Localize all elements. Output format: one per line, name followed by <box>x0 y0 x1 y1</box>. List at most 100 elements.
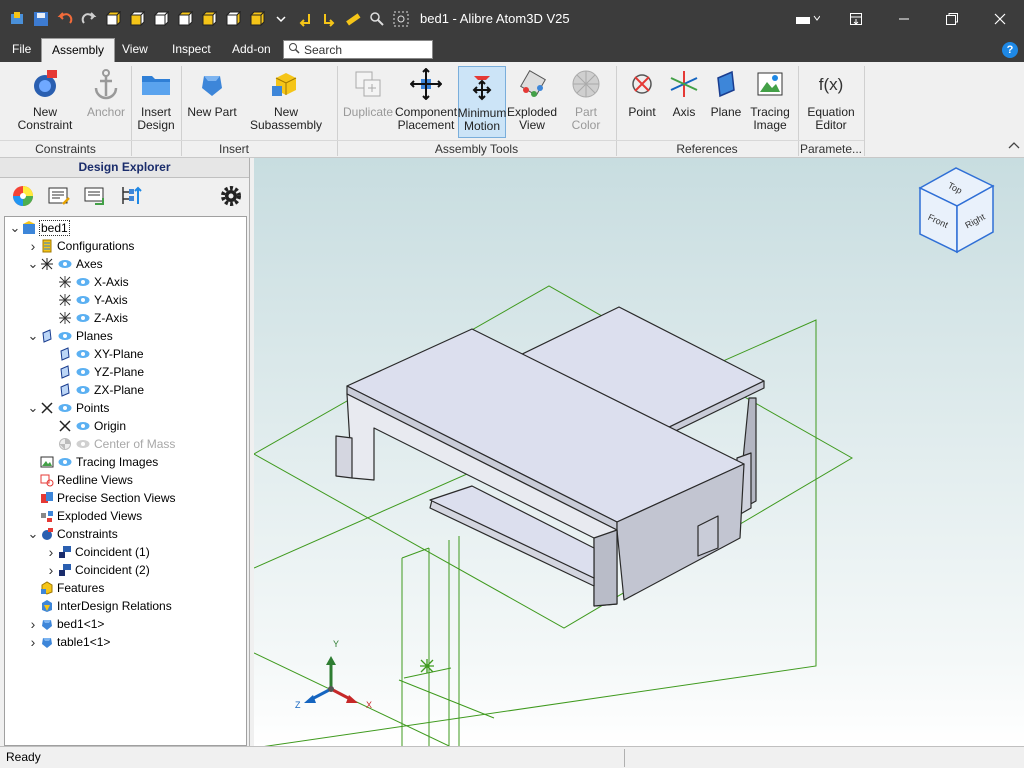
properties-icon[interactable] <box>46 183 72 209</box>
axis-button[interactable]: Axis <box>666 66 702 138</box>
zoom-window-icon[interactable] <box>392 10 410 28</box>
tab-add-on[interactable]: Add-on <box>222 38 281 62</box>
model-canvas[interactable]: Top Front Right Y X Z <box>254 158 1024 746</box>
collapse-chevron-icon[interactable]: ⌄ <box>27 527 39 540</box>
save-icon[interactable] <box>32 10 50 28</box>
ruler-icon[interactable] <box>344 10 362 28</box>
tree-item[interactable]: XY-Plane <box>45 345 144 363</box>
tree-item[interactable]: ⌄ Points <box>27 399 110 417</box>
visibility-eye-icon[interactable] <box>75 438 91 450</box>
tab-assembly[interactable]: Assembly <box>41 38 116 62</box>
ribbon-display-icon[interactable] <box>832 0 880 38</box>
close-icon[interactable] <box>976 0 1024 38</box>
tab-inspect[interactable]: Inspect <box>162 38 221 62</box>
point-button[interactable]: Point <box>624 66 660 138</box>
view-cube-icon[interactable] <box>176 10 194 28</box>
expand-chevron-icon[interactable]: › <box>45 544 57 560</box>
expand-chevron-icon[interactable]: › <box>27 616 39 632</box>
view-cube[interactable]: Top Front Right <box>918 167 995 254</box>
tree-item[interactable]: Center of Mass <box>45 435 175 453</box>
tree-item[interactable]: ZX-Plane <box>45 381 144 399</box>
visibility-eye-icon[interactable] <box>75 276 91 288</box>
collapse-ribbon-icon[interactable] <box>1008 138 1020 152</box>
insert-design-button[interactable]: Insert Design <box>134 66 178 138</box>
view-cube-icon[interactable] <box>200 10 218 28</box>
tree-item[interactable]: › Coincident (2) <box>45 561 150 579</box>
redo-icon[interactable] <box>80 10 98 28</box>
visibility-eye-icon[interactable] <box>57 330 73 342</box>
tree-item[interactable]: ⌄ Planes <box>27 327 113 345</box>
expand-chevron-icon[interactable]: › <box>27 238 39 254</box>
exploded-view-button[interactable]: Exploded View <box>507 66 557 138</box>
color-wheel-icon[interactable] <box>10 183 36 209</box>
tab-view[interactable]: View <box>112 38 158 62</box>
expand-chevron-icon[interactable]: › <box>27 634 39 650</box>
anchor-button[interactable]: Anchor <box>86 66 126 138</box>
tree-item[interactable]: › bed1<1> <box>27 615 105 633</box>
view-cube-icon[interactable] <box>248 10 266 28</box>
undo-icon[interactable] <box>56 10 74 28</box>
tree-item[interactable]: Exploded Views <box>27 507 142 525</box>
equation-editor-button[interactable]: f(x) Equation Editor <box>804 66 858 138</box>
tree-item[interactable]: ⌄ Constraints <box>27 525 118 543</box>
visibility-eye-icon[interactable] <box>75 366 91 378</box>
new-subassembly-button[interactable]: New Subassembly <box>240 66 332 138</box>
collapse-chevron-icon[interactable]: ⌄ <box>27 329 39 342</box>
view-cube-icon[interactable] <box>152 10 170 28</box>
tree-item[interactable]: InterDesign Relations <box>27 597 172 615</box>
collapse-chevron-icon[interactable]: ⌄ <box>9 221 21 234</box>
duplicate-button[interactable]: Duplicate <box>342 66 394 138</box>
new-part-button[interactable]: New Part <box>186 66 238 138</box>
tree-sort-icon[interactable] <box>118 183 144 209</box>
tab-file[interactable]: File <box>2 38 41 62</box>
tree-item[interactable]: Redline Views <box>27 471 133 489</box>
app-icon[interactable] <box>8 10 26 28</box>
visibility-eye-icon[interactable] <box>75 384 91 396</box>
tree-item[interactable]: › Coincident (1) <box>45 543 150 561</box>
plane-button[interactable]: Plane <box>708 66 744 138</box>
arrow-right-icon[interactable] <box>320 10 338 28</box>
tree-item[interactable]: ⌄ Axes <box>27 255 103 273</box>
view-cube-icon[interactable] <box>104 10 122 28</box>
new-constraint-button[interactable]: New Constraint <box>6 66 84 138</box>
tree-item[interactable]: Precise Section Views <box>27 489 176 507</box>
display-options-icon[interactable] <box>784 0 832 38</box>
visibility-eye-icon[interactable] <box>57 402 73 414</box>
minimize-icon[interactable] <box>880 0 928 38</box>
visibility-eye-icon[interactable] <box>75 348 91 360</box>
chevron-down-icon[interactable] <box>272 10 290 28</box>
visibility-eye-icon[interactable] <box>75 420 91 432</box>
tree-item[interactable]: Origin <box>45 417 126 435</box>
maximize-icon[interactable] <box>928 0 976 38</box>
arrow-left-icon[interactable] <box>296 10 314 28</box>
help-icon[interactable]: ? <box>1002 42 1018 58</box>
tree-item[interactable]: YZ-Plane <box>45 363 144 381</box>
minimum-motion-button[interactable]: Minimum Motion <box>458 66 506 138</box>
visibility-eye-icon[interactable] <box>57 258 73 270</box>
collapse-chevron-icon[interactable]: ⌄ <box>27 401 39 414</box>
tree-item[interactable]: Features <box>27 579 104 597</box>
tree-item[interactable]: › Configurations <box>27 237 135 255</box>
tree-item[interactable]: ⌄ bed1 <box>9 219 70 237</box>
tree-item[interactable]: Tracing Images <box>27 453 158 471</box>
tree-item[interactable]: › table1<1> <box>27 633 111 651</box>
tree-item[interactable]: Z-Axis <box>45 309 128 327</box>
part-color-button[interactable]: Part Color <box>560 66 612 138</box>
tree-item[interactable]: X-Axis <box>45 273 129 291</box>
visibility-eye-icon[interactable] <box>57 456 73 468</box>
tree-item[interactable]: Y-Axis <box>45 291 128 309</box>
expand-chevron-icon[interactable]: › <box>45 562 57 578</box>
zoom-icon[interactable] <box>368 10 386 28</box>
display-icon[interactable] <box>82 183 108 209</box>
view-cube-icon[interactable] <box>128 10 146 28</box>
collapse-chevron-icon[interactable]: ⌄ <box>27 257 39 270</box>
search-box[interactable]: Search <box>283 40 433 59</box>
settings-gear-icon[interactable] <box>218 183 244 209</box>
component-placement-button[interactable]: Component Placement <box>395 66 457 138</box>
axis-icon <box>666 66 702 102</box>
tracing-image-button[interactable]: Tracing Image <box>748 66 792 138</box>
visibility-eye-icon[interactable] <box>75 294 91 306</box>
view-cube-icon[interactable] <box>224 10 242 28</box>
visibility-eye-icon[interactable] <box>75 312 91 324</box>
viewport-3d[interactable]: Top Front Right Y X Z <box>254 158 1024 746</box>
